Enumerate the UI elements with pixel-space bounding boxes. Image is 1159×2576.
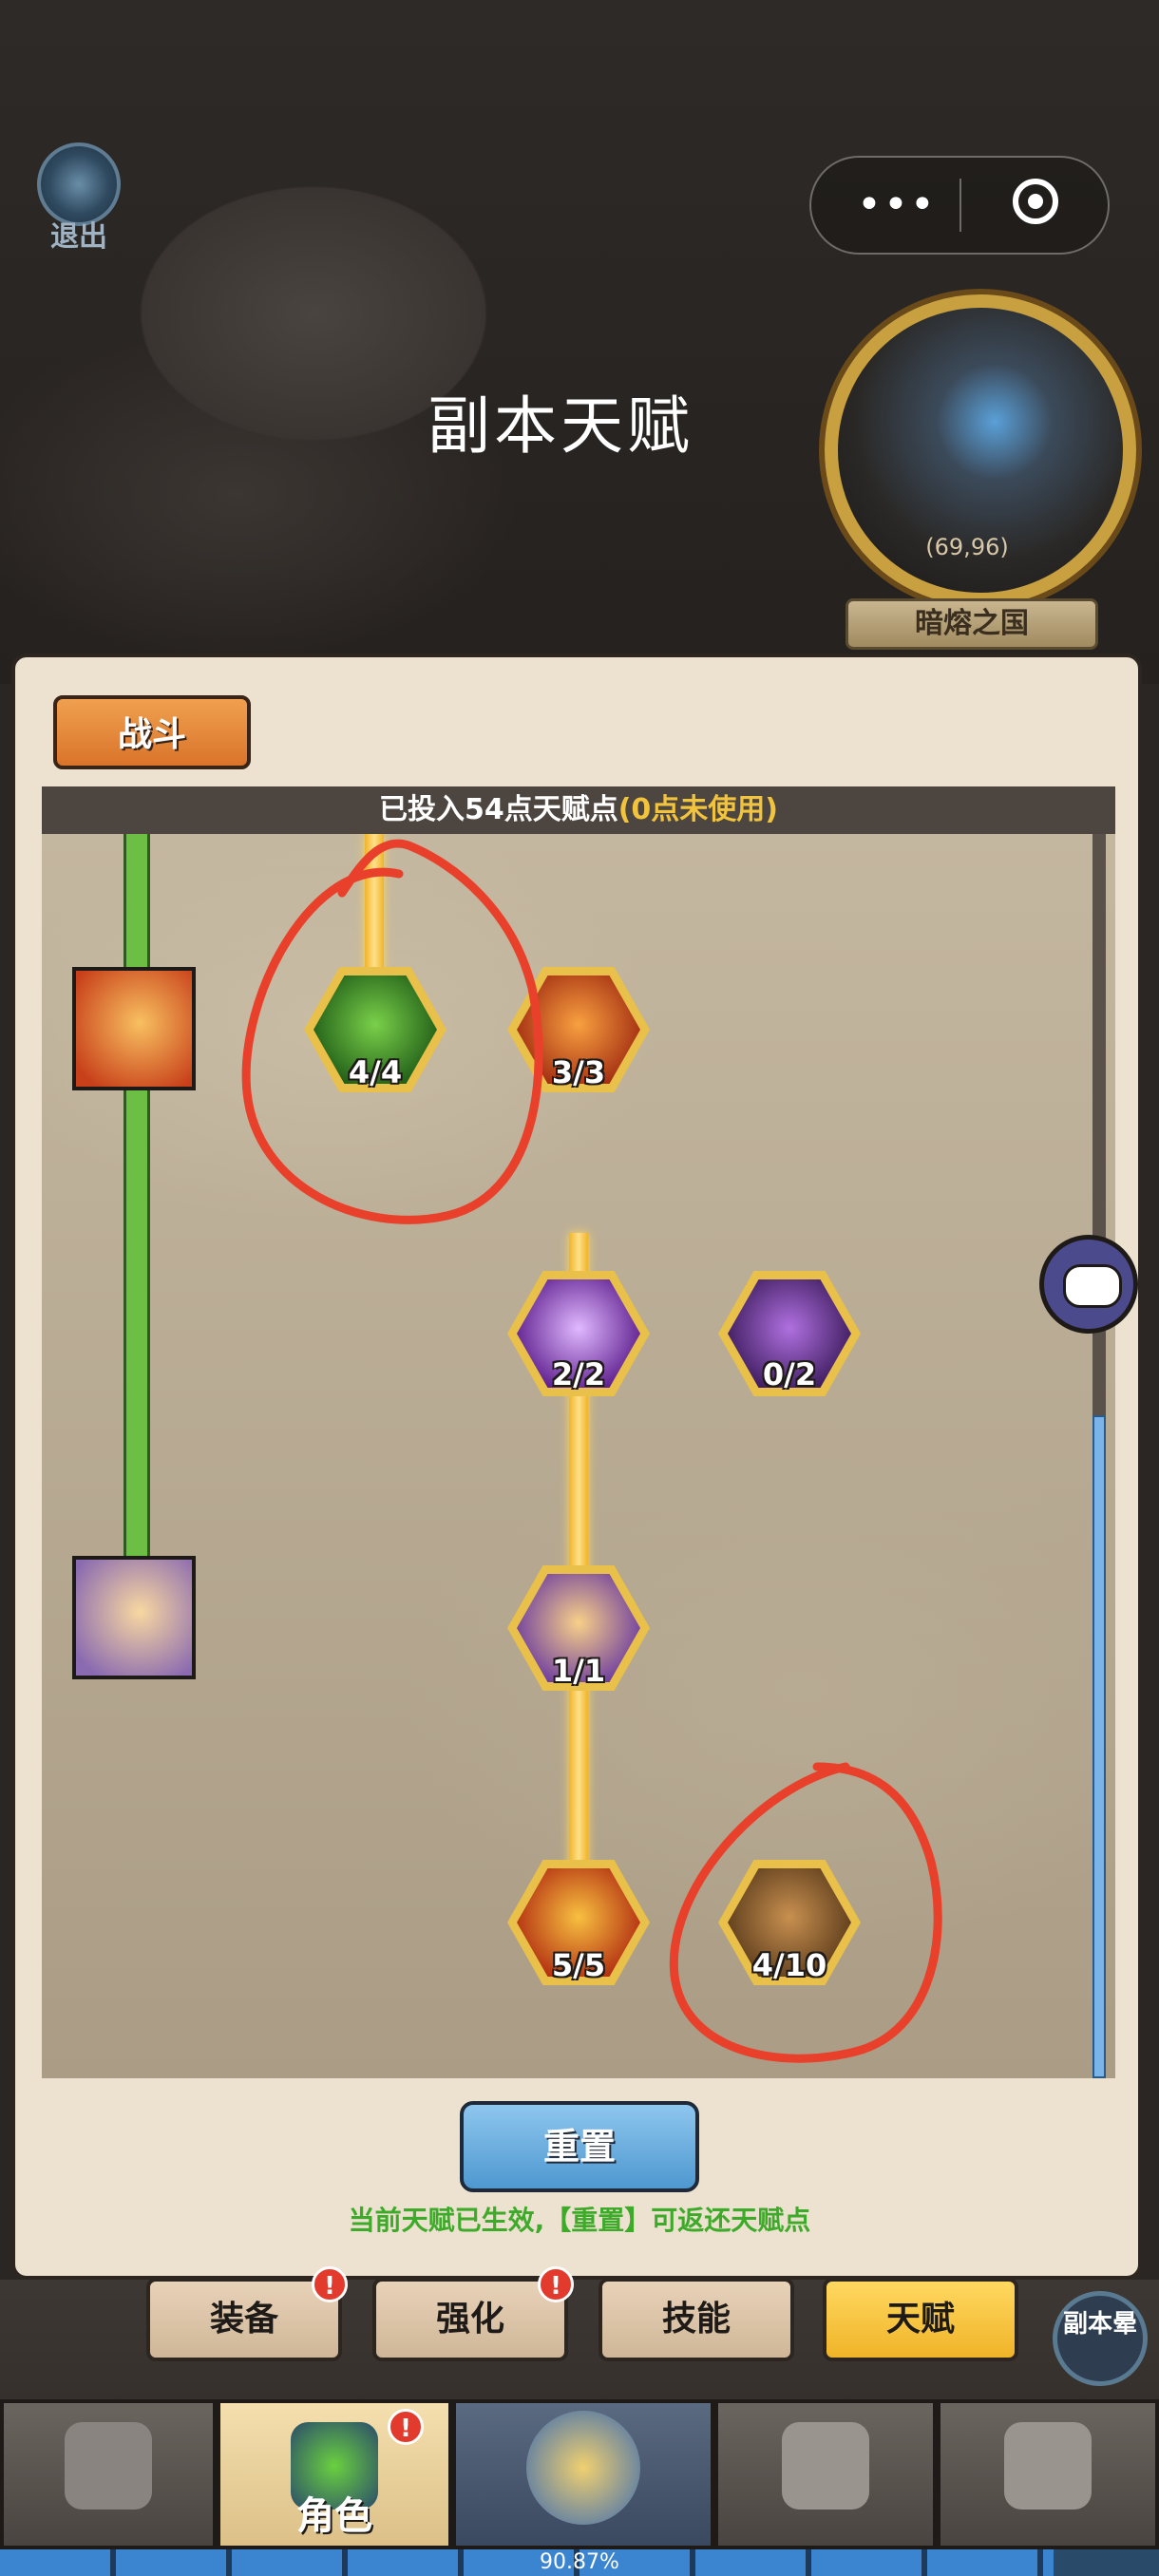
- progress-text: 90.87%: [540, 2550, 619, 2574]
- stone-map-icon: [65, 2422, 152, 2510]
- castle-icon: [1004, 2422, 1092, 2510]
- annotation-circle: [241, 839, 543, 1224]
- nav-castle[interactable]: [937, 2399, 1159, 2549]
- nav-map[interactable]: [0, 2399, 217, 2549]
- nav-label: 角色: [296, 2494, 372, 2538]
- reset-hint: 当前天赋已生效,【重置】可返还天赋点: [348, 2205, 811, 2236]
- dungeon-button[interactable]: 副本晕: [1053, 2291, 1148, 2386]
- subtab-talent[interactable]: 天赋: [823, 2278, 1018, 2361]
- nav-guild[interactable]: [714, 2399, 937, 2549]
- hand-drawn-annotations: [241, 839, 942, 2063]
- reset-button[interactable]: 重置: [460, 2101, 699, 2192]
- subtab-label: 天赋: [885, 2300, 955, 2339]
- loading-progress: 90.87%: [0, 2549, 1159, 2576]
- gate-icon: [782, 2422, 869, 2510]
- subtab-label: 强化: [435, 2300, 504, 2339]
- nav-battle[interactable]: [452, 2399, 714, 2549]
- alert-badge: !: [312, 2266, 348, 2302]
- alert-badge: !: [538, 2266, 574, 2302]
- subtab-label: 技能: [661, 2300, 731, 2339]
- subtab-label: 装备: [209, 2300, 278, 2339]
- annotation-circle: [669, 1762, 942, 2063]
- alert-badge: !: [388, 2409, 424, 2445]
- subtab-skills[interactable]: 技能: [598, 2278, 794, 2361]
- crossed-swords-icon: [526, 2411, 640, 2525]
